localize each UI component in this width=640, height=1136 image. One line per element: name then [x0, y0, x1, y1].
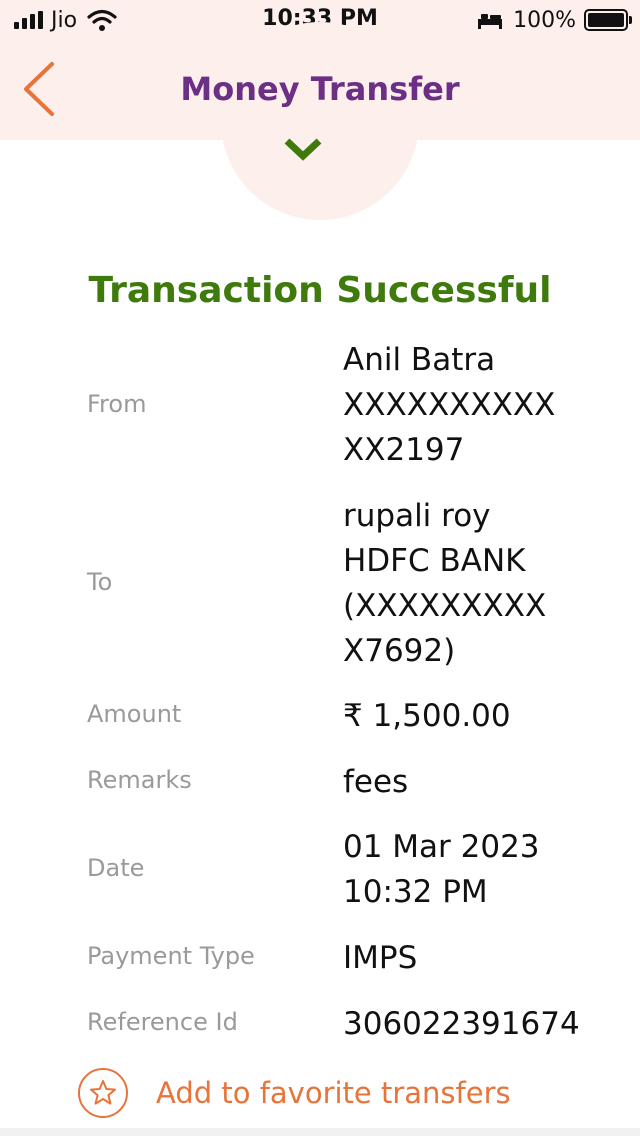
payment-type-value: IMPS [343, 940, 418, 976]
date-value: 01 Mar 2023 10:32 PM [343, 825, 540, 915]
amount-value: ₹ 1,500.00 [343, 698, 511, 734]
chevron-down-icon [284, 138, 322, 161]
to-name: rupali roy [343, 498, 491, 534]
from-account-line1: XXXXXXXXXX [343, 387, 556, 423]
star-icon [90, 1080, 116, 1105]
bottom-divider [0, 1128, 640, 1136]
transaction-status-message: Transaction Successful [88, 270, 552, 311]
to-value: rupali roy HDFC BANK (XXXXXXXXX X7692) [343, 494, 546, 674]
favorite-icon-circle [78, 1068, 128, 1118]
battery-icon [584, 9, 632, 31]
reference-id-value: 306022391674 [343, 1006, 580, 1042]
date-time: 10:32 PM [343, 874, 488, 910]
battery-percentage: 100% [513, 7, 576, 33]
to-account-line1: (XXXXXXXXX [343, 588, 547, 624]
from-value: Anil Batra XXXXXXXXXX XX2197 [343, 338, 555, 473]
battery-fill [588, 13, 624, 27]
from-label: From [87, 390, 147, 418]
to-label: To [87, 568, 113, 596]
from-name: Anil Batra [343, 342, 496, 378]
payment-type-label: Payment Type [87, 942, 255, 970]
status-right: 100% [477, 7, 632, 33]
to-account-line2: X7692) [343, 633, 456, 669]
add-favorite-button[interactable]: Add to favorite transfers [78, 1068, 511, 1118]
remarks-value: fees [343, 764, 409, 800]
date-label: Date [87, 854, 145, 882]
to-bank: HDFC BANK [343, 543, 526, 579]
amount-label: Amount [87, 700, 182, 728]
add-favorite-label: Add to favorite transfers [156, 1076, 511, 1110]
page-title: Money Transfer [180, 70, 460, 108]
navigation-bar: Money Transfer [0, 40, 640, 140]
sleep-bed-icon [478, 14, 503, 29]
remarks-label: Remarks [87, 766, 192, 794]
from-account-line2: XX2197 [343, 432, 465, 468]
reference-id-label: Reference Id [87, 1008, 238, 1036]
date-day: 01 Mar 2023 [343, 829, 540, 865]
